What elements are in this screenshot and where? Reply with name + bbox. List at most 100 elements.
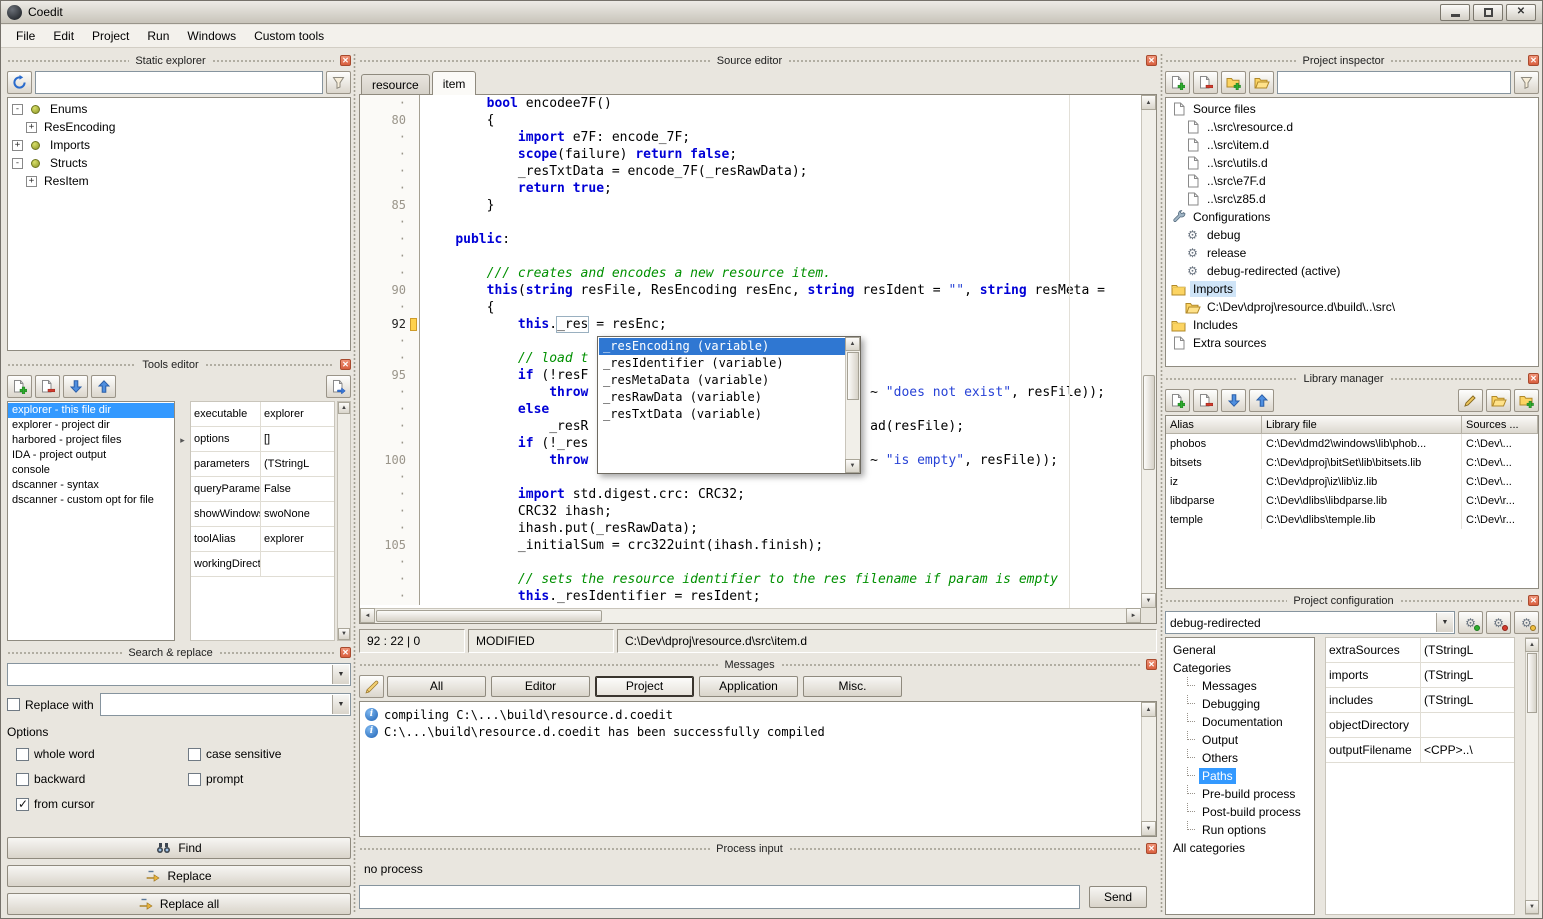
- panel-grip[interactable]: [1390, 59, 1522, 63]
- code-line[interactable]: · public:: [360, 231, 1141, 248]
- property-value[interactable]: [261, 552, 334, 576]
- tool-explorer-project-dir[interactable]: explorer - project dir: [8, 418, 174, 433]
- filter-application[interactable]: Application: [699, 676, 798, 697]
- editor-horizontal-scrollbar[interactable]: ◄ ►: [360, 608, 1141, 623]
- project-node-configurations[interactable]: Configurations: [1166, 208, 1538, 226]
- code-line[interactable]: 85 }: [360, 197, 1141, 214]
- code-line[interactable]: ·: [360, 554, 1141, 571]
- menu-run[interactable]: Run: [138, 26, 178, 46]
- remove-tool-button[interactable]: [35, 375, 60, 398]
- scroll-up-icon[interactable]: ▲: [1141, 95, 1156, 110]
- close-panel-button[interactable]: [1528, 55, 1539, 66]
- tab-resource[interactable]: resource: [361, 74, 430, 95]
- maximize-button[interactable]: [1473, 4, 1503, 21]
- remove-library-button[interactable]: [1193, 389, 1218, 412]
- add-library-from-project-button[interactable]: [1514, 389, 1539, 412]
- property-toolalias[interactable]: toolAliasexplorer: [191, 527, 334, 552]
- library-iz[interactable]: izC:\Dev\dproj\iz\lib\iz.libC:\Dev\...: [1166, 472, 1538, 491]
- panel-grip[interactable]: [212, 59, 334, 63]
- checkbox[interactable]: [7, 698, 20, 711]
- tab-item[interactable]: item: [432, 71, 477, 95]
- filter-project[interactable]: Project: [595, 676, 694, 697]
- tools-grid-scrollbar[interactable]: ▲ ▼: [337, 401, 351, 641]
- panel-grip[interactable]: [1165, 599, 1287, 603]
- add-library-button[interactable]: [1165, 389, 1190, 412]
- editor-vertical-scrollbar[interactable]: ▲ ▼: [1141, 95, 1156, 608]
- clear-messages-button[interactable]: [359, 675, 384, 698]
- search-term-combo[interactable]: ▼: [7, 663, 351, 686]
- panel-grip[interactable]: [7, 363, 136, 367]
- checkbox[interactable]: [188, 748, 201, 761]
- completion-resmetadata-variable[interactable]: _resMetaData (variable): [599, 372, 845, 389]
- close-panel-button[interactable]: [1528, 595, 1539, 606]
- close-panel-button[interactable]: [1146, 843, 1157, 854]
- panel-grip[interactable]: [788, 59, 1140, 63]
- add-tool-button[interactable]: [7, 375, 32, 398]
- panel-grip[interactable]: [1165, 377, 1297, 381]
- property-value[interactable]: explorer: [261, 527, 334, 551]
- property-workingdirect[interactable]: workingDirect: [191, 552, 334, 577]
- project-node-imports[interactable]: Imports: [1166, 280, 1538, 298]
- remove-configuration-button[interactable]: ⚙: [1486, 611, 1511, 634]
- code-line[interactable]: · bool encodee7F(): [360, 95, 1141, 112]
- replace-button[interactable]: Replace: [7, 865, 351, 887]
- property-objectdirectory[interactable]: objectDirectory: [1326, 713, 1514, 738]
- project-node-includes[interactable]: Includes: [1166, 316, 1538, 334]
- tool-ida-project-output[interactable]: IDA - project output: [8, 448, 174, 463]
- tool-harbored-project-files[interactable]: harbored - project files: [8, 433, 174, 448]
- code-line[interactable]: 80 {: [360, 112, 1141, 129]
- process-input-field[interactable]: [359, 885, 1080, 909]
- close-window-button[interactable]: ✕: [1506, 4, 1536, 21]
- dropdown-arrow-icon[interactable]: ▼: [332, 695, 349, 714]
- scroll-up-icon[interactable]: ▲: [1141, 702, 1156, 717]
- message-entry[interactable]: icompiling C:\...\build\resource.d.coedi…: [360, 706, 1140, 723]
- move-library-down-button[interactable]: [1221, 389, 1246, 412]
- panel-grip[interactable]: [1400, 599, 1522, 603]
- remove-source-button[interactable]: [1193, 71, 1218, 94]
- expand-toggle-icon[interactable]: +: [26, 176, 37, 187]
- config-category-others[interactable]: Others: [1166, 749, 1314, 767]
- checkbox[interactable]: [188, 773, 201, 786]
- expand-toggle-icon[interactable]: -: [12, 158, 23, 169]
- edit-library-button[interactable]: [1458, 389, 1483, 412]
- vertical-splitter-right[interactable]: [1159, 53, 1164, 913]
- configuration-scrollbar[interactable]: ▲ ▼: [1525, 637, 1539, 915]
- config-category-pre-build-process[interactable]: Pre-build process: [1166, 785, 1314, 803]
- menu-project[interactable]: Project: [83, 26, 138, 46]
- config-category-paths[interactable]: Paths: [1166, 767, 1314, 785]
- title-bar[interactable]: Coedit ✕: [1, 1, 1542, 24]
- move-tool-up-button[interactable]: [91, 375, 116, 398]
- code-line[interactable]: ·: [360, 248, 1141, 265]
- panel-grip[interactable]: [1390, 377, 1522, 381]
- vertical-splitter-left[interactable]: [352, 53, 357, 913]
- close-panel-button[interactable]: [1528, 373, 1539, 384]
- configuration-combo[interactable]: debug-redirected ▼: [1165, 611, 1455, 634]
- close-panel-button[interactable]: [340, 55, 351, 66]
- option-whole-word[interactable]: whole word: [7, 747, 179, 761]
- tool-explorer-this-file-dir[interactable]: explorer - this file dir: [8, 403, 174, 418]
- menu-custom-tools[interactable]: Custom tools: [245, 26, 333, 46]
- config-category-categories[interactable]: Categories: [1166, 659, 1314, 677]
- code-line[interactable]: · {: [360, 299, 1141, 316]
- panel-grip[interactable]: [359, 663, 718, 667]
- panel-grip[interactable]: [359, 847, 710, 851]
- project-node-release[interactable]: ⚙release: [1166, 244, 1538, 262]
- close-panel-button[interactable]: [340, 647, 351, 658]
- property-value[interactable]: (TStringL: [1421, 663, 1514, 687]
- vertical-scroll-thumb[interactable]: [1143, 375, 1155, 470]
- close-panel-button[interactable]: [1146, 55, 1157, 66]
- find-button[interactable]: Find: [7, 837, 351, 859]
- property-value[interactable]: <CPP>..\: [1421, 738, 1514, 762]
- scroll-right-icon[interactable]: ►: [1126, 608, 1141, 623]
- property-parameters[interactable]: parameters(TStringL: [191, 452, 334, 477]
- add-library-from-file-button[interactable]: [1486, 389, 1511, 412]
- config-category-run-options[interactable]: Run options: [1166, 821, 1314, 839]
- code-line[interactable]: · _resTxtData = encode_7F(_resRawData);: [360, 163, 1141, 180]
- scroll-down-icon[interactable]: ▼: [1525, 900, 1539, 914]
- refresh-button[interactable]: [7, 71, 32, 94]
- config-category-output[interactable]: Output: [1166, 731, 1314, 749]
- message-entry[interactable]: iC:\...\build\resource.d.coedit has been…: [360, 723, 1140, 740]
- code-line[interactable]: 92 this._res = resEnc;: [360, 316, 1141, 333]
- panel-grip[interactable]: [359, 59, 711, 63]
- project-node-src-resource-d[interactable]: ..\src\resource.d: [1166, 118, 1538, 136]
